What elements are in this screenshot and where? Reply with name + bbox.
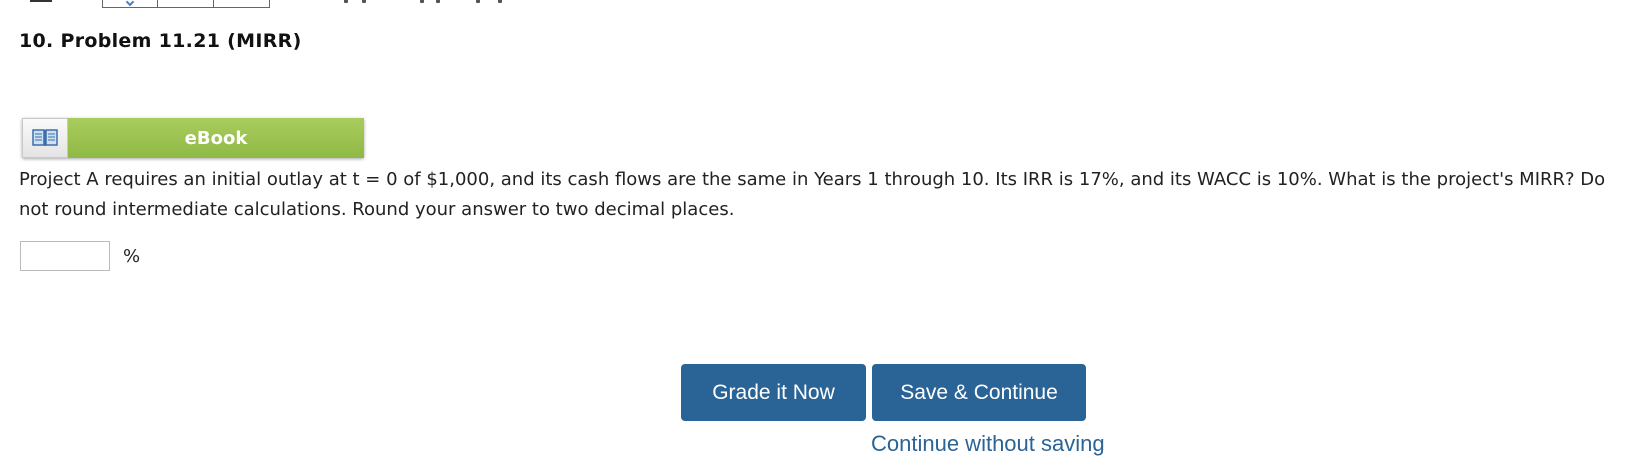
previous-answer-cell[interactable] xyxy=(158,0,214,8)
problem-title: 10. Problem 11.21 (MIRR) xyxy=(19,30,302,52)
previous-answer-cells xyxy=(102,0,270,8)
text-fragment xyxy=(476,0,480,3)
text-fragment xyxy=(420,0,424,3)
mirr-answer-input[interactable] xyxy=(20,241,110,271)
answer-row: % xyxy=(20,241,140,271)
fragment-rule xyxy=(30,0,52,2)
book-icon xyxy=(32,129,58,146)
ebook-button[interactable]: eBook xyxy=(22,118,364,158)
grade-it-now-button[interactable]: Grade it Now xyxy=(681,364,866,421)
previous-answer-cell[interactable] xyxy=(214,0,270,8)
text-fragment xyxy=(498,0,502,3)
ebook-label[interactable]: eBook xyxy=(68,118,364,158)
chevron-down-icon xyxy=(125,0,135,7)
percent-unit-label: % xyxy=(123,245,141,267)
ebook-icon-container xyxy=(22,118,68,158)
previous-dropdown-cell[interactable] xyxy=(102,0,158,8)
continue-without-saving-link[interactable]: Continue without saving xyxy=(871,431,1105,457)
previous-question-fragment xyxy=(0,0,1632,10)
save-and-continue-button[interactable]: Save & Continue xyxy=(872,364,1086,421)
question-text: Project A requires an initial outlay at … xyxy=(19,169,1606,220)
text-fragment xyxy=(436,0,440,3)
text-fragment xyxy=(362,0,366,3)
text-fragment xyxy=(344,0,348,3)
